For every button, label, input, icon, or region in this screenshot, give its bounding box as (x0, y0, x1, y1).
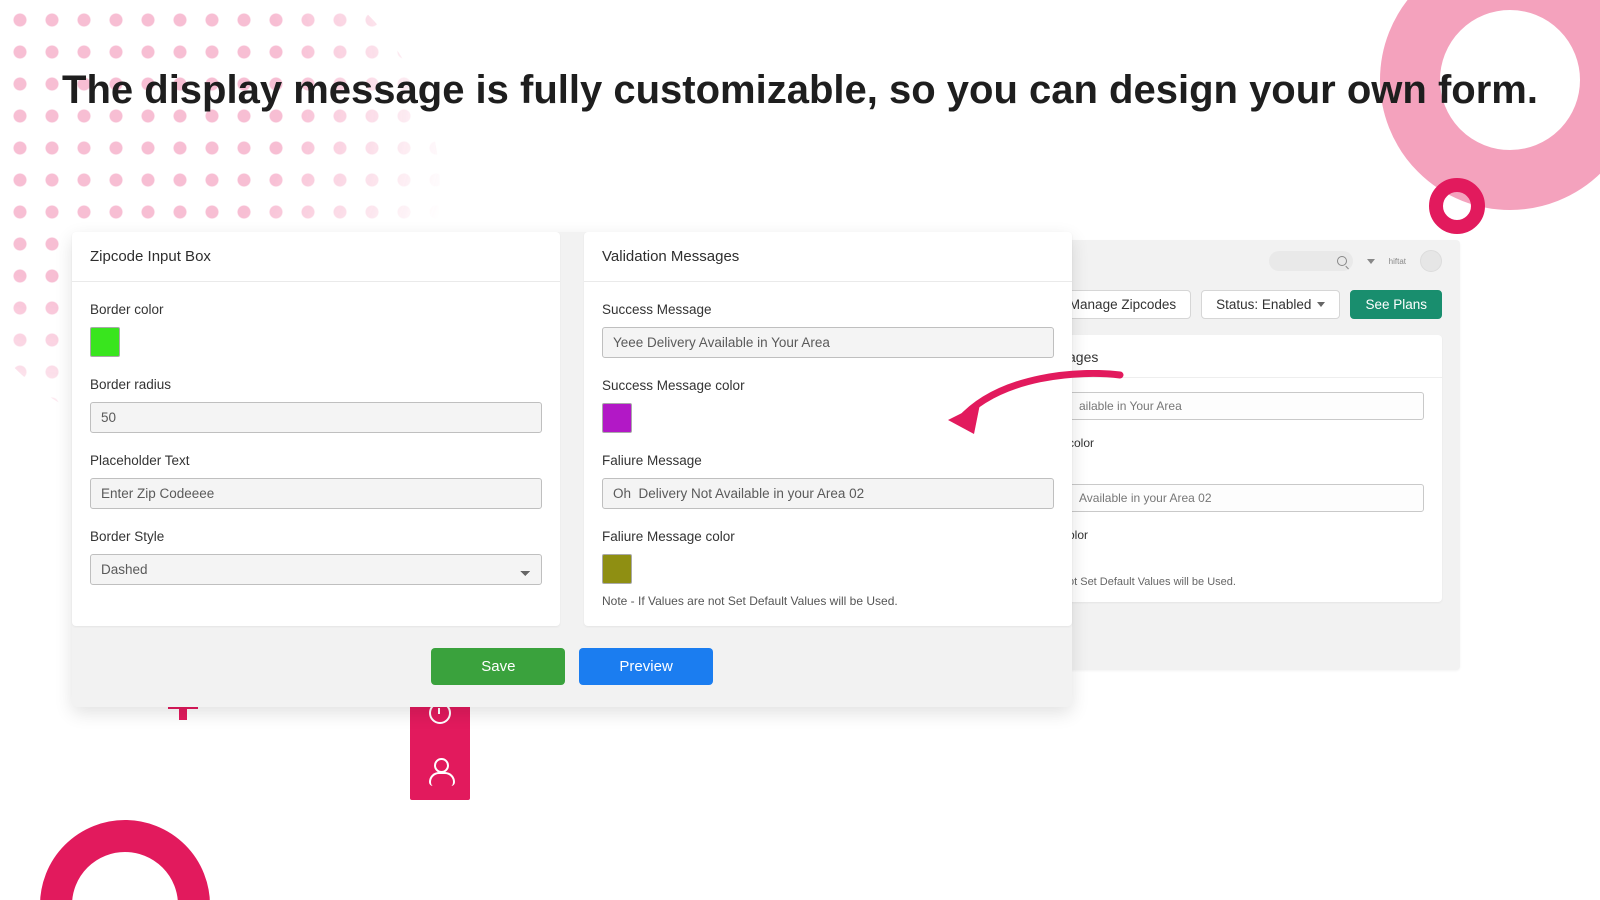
back-failure-color-label: olor (1068, 528, 1424, 542)
front-actions: Save Preview (72, 648, 1072, 685)
validation-messages-card: Validation Messages Success Message Succ… (584, 232, 1072, 626)
border-radius-input[interactable] (90, 402, 542, 433)
success-color-label: Success Message color (602, 378, 1054, 393)
success-color-swatch[interactable] (602, 403, 632, 433)
back-validation-card: ages color olor ot Set Default Values wi… (1050, 335, 1442, 602)
placeholder-input[interactable] (90, 478, 542, 509)
failure-message-input[interactable] (602, 478, 1054, 509)
user-icon (429, 760, 451, 782)
failure-color-label: Faliure Message color (602, 529, 1054, 544)
status-dropdown[interactable]: Status: Enabled (1201, 290, 1340, 319)
failure-message-label: Faliure Message (602, 453, 1054, 468)
chevron-down-icon (1317, 302, 1325, 307)
zipcode-input-card: Zipcode Input Box Border color Border ra… (72, 232, 560, 626)
back-small-text: hiftat (1389, 257, 1406, 266)
failure-color-swatch[interactable] (602, 554, 632, 584)
back-note: ot Set Default Values will be Used. (1068, 576, 1424, 588)
validation-note: Note - If Values are not Set Default Val… (602, 594, 1054, 608)
decorative-ring-small (1429, 178, 1485, 234)
front-panel: Zipcode Input Box Border color Border ra… (72, 232, 1072, 707)
validation-card-title: Validation Messages (584, 232, 1072, 282)
page-headline: The display message is fully customizabl… (0, 64, 1600, 116)
border-color-swatch[interactable] (90, 327, 120, 357)
chevron-down-icon[interactable] (1367, 259, 1375, 264)
zipcode-card-title: Zipcode Input Box (72, 232, 560, 282)
search-icon (1337, 256, 1347, 266)
back-success-input[interactable] (1068, 392, 1424, 420)
border-style-select[interactable]: Dashed (90, 554, 542, 585)
placeholder-label: Placeholder Text (90, 453, 542, 468)
back-failure-input[interactable] (1068, 484, 1424, 512)
success-message-label: Success Message (602, 302, 1054, 317)
decorative-ring-bottom-left (40, 820, 210, 900)
manage-zipcodes-button[interactable]: Manage Zipcodes (1054, 290, 1191, 319)
avatar[interactable] (1420, 250, 1442, 272)
preview-button[interactable]: Preview (579, 648, 712, 685)
status-label: Status: Enabled (1216, 297, 1311, 312)
back-search-input[interactable] (1269, 251, 1353, 271)
back-card-title: ages (1050, 349, 1442, 378)
border-radius-label: Border radius (90, 377, 542, 392)
save-button[interactable]: Save (431, 648, 565, 685)
success-message-input[interactable] (602, 327, 1054, 358)
back-success-color-label: color (1068, 436, 1424, 450)
see-plans-button[interactable]: See Plans (1350, 290, 1442, 319)
border-style-label: Border Style (90, 529, 542, 544)
border-color-label: Border color (90, 302, 542, 317)
